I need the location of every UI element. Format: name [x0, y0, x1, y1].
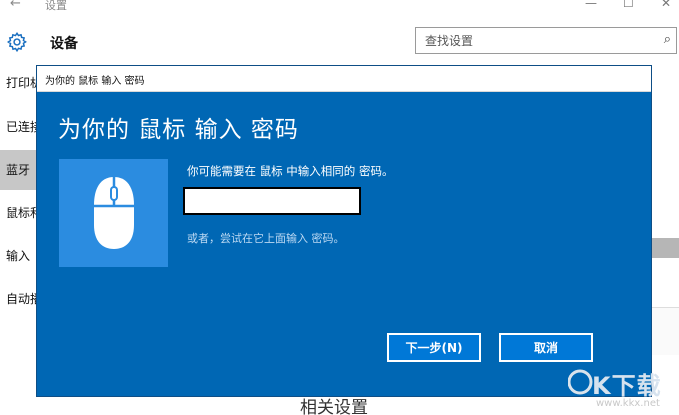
device-tile: [59, 159, 168, 267]
back-arrow-icon[interactable]: ←: [10, 0, 21, 11]
watermark-text: K下载: [592, 372, 662, 400]
pairing-dialog: 为你的 鼠标 输入 密码 为你的 鼠标 输入 密码 你可能需要在 鼠标 中输入相…: [36, 65, 652, 397]
dialog-titlebar: 为你的 鼠标 输入 密码: [37, 66, 651, 92]
sidebar-item-autoplay[interactable]: 自动播放: [0, 279, 40, 319]
cancel-button[interactable]: 取消: [499, 333, 593, 362]
window-titlebar: ← 设置 — ☐ ✕: [0, 0, 679, 14]
sidebar-item-connected-devices[interactable]: 已连接的设备: [0, 107, 40, 147]
pairing-prompt: 你可能需要在 鼠标 中输入相同的 密码。: [187, 164, 394, 178]
sidebar-item-printers[interactable]: 打印机和扫描仪: [0, 63, 40, 103]
sidebar-item-bluetooth[interactable]: 蓝牙: [0, 150, 40, 190]
dialog-heading: 为你的 鼠标 输入 密码: [58, 117, 299, 143]
passcode-input[interactable]: [183, 187, 361, 215]
maximize-icon[interactable]: ☐: [623, 0, 634, 10]
settings-header: 设备 ⌕: [0, 14, 679, 66]
next-button[interactable]: 下一步(N): [387, 333, 481, 362]
dialog-title: 为你的 鼠标 输入 密码: [45, 76, 145, 87]
watermark-url: www.kkx.net: [596, 398, 660, 409]
search-icon[interactable]: ⌕: [664, 32, 671, 47]
search-box[interactable]: ⌕: [415, 27, 677, 54]
search-input[interactable]: [416, 28, 651, 53]
minimize-icon[interactable]: —: [585, 0, 597, 10]
window-title: 设置: [45, 0, 67, 12]
close-icon[interactable]: ✕: [661, 0, 671, 10]
background-control: [652, 238, 679, 258]
mouse-icon: [94, 177, 134, 249]
sidebar-item-mouse[interactable]: 鼠标和触摸板: [0, 193, 40, 233]
alternative-instruction: 或者，尝试在它上面输入 密码。: [187, 232, 345, 245]
background-panel: [650, 307, 679, 355]
sidebar-item-typing[interactable]: 输入: [0, 236, 40, 276]
gear-icon: [6, 31, 27, 53]
page-title: 设备: [50, 36, 78, 52]
